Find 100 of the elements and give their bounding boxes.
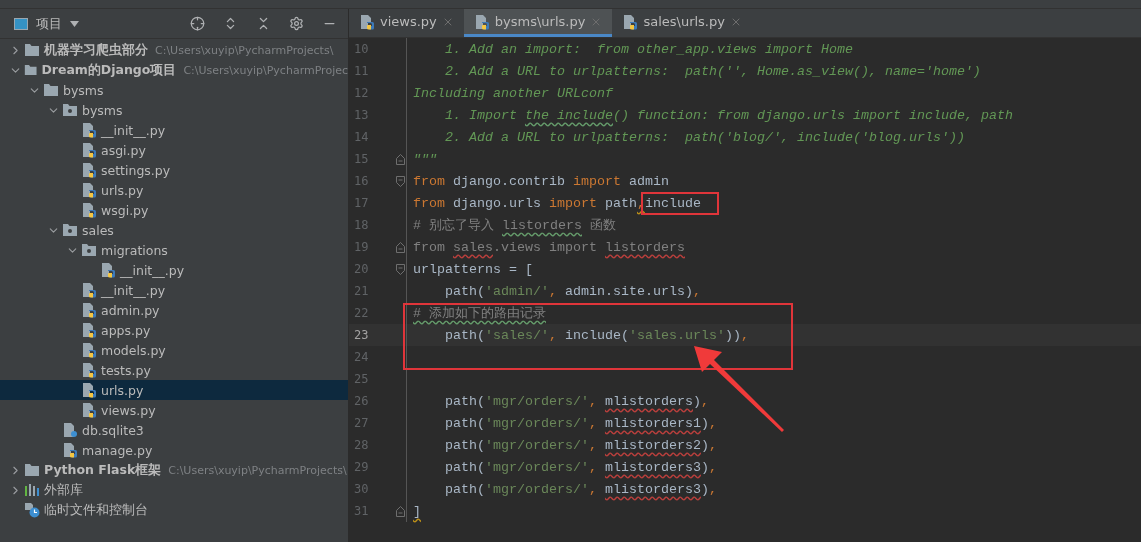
library-icon [24,483,40,497]
line-number: 10 [353,42,370,56]
fold-marker-icon[interactable] [395,505,405,517]
tree-item[interactable]: urls.py [0,380,348,400]
tree-item[interactable]: migrations [0,240,348,260]
line-number: 23 [353,328,370,342]
code-line: path('admin/', admin.site.urls), [444,283,701,299]
tree-item[interactable]: apps.py [0,320,348,340]
code-line: from django.contrib import admin [412,173,669,189]
fold-marker-icon[interactable] [395,153,405,165]
file-icon [62,422,78,438]
locate-icon[interactable] [190,16,205,31]
tree-item-label: migrations [101,242,168,258]
folder-icon [24,43,40,57]
line-number: 18 [353,218,370,232]
tree-item-label: Python Flask框架 [44,461,162,479]
fold-marker-icon[interactable] [395,263,405,275]
tree-item[interactable]: sales [0,220,348,240]
project-path: C:\Users\xuyip\PycharmProjects\ [155,43,334,57]
code-line: path('mgr/orders/', mlistorders3), [444,459,717,475]
tree-item[interactable]: __init__.py [0,260,348,280]
code-line: 1. Add an import: from other_app.views import Home [444,41,853,57]
code-line: path('mgr/orders/', mlistorders2), [444,437,717,453]
code-line: # 别忘了导入 listorders 函数 [412,217,616,234]
fold-marker-icon[interactable] [395,241,405,253]
python-file-icon [81,342,97,358]
code-line: path('mgr/orders/', mlistorders1), [444,415,717,431]
fold-marker-icon[interactable] [395,175,405,187]
tree-item-label: asgi.py [101,142,146,158]
tree-item[interactable]: manage.py [0,440,348,460]
python-file-icon [100,262,116,278]
tree-item[interactable]: __init__.py [0,280,348,300]
tree-item-label: bysms [63,82,104,98]
tree-item-label: bysms [82,102,123,118]
tree-item-label: views.py [101,402,156,418]
tree-item[interactable]: 外部库 [0,480,348,500]
tree-item[interactable]: settings.py [0,160,348,180]
project-window-icon [14,17,28,30]
tree-item-label: urls.py [101,382,144,398]
tree-item[interactable]: asgi.py [0,140,348,160]
python-file-icon [81,362,97,378]
python-file-icon [81,182,97,198]
tree-item-label: manage.py [82,442,153,458]
code-line: # 添加如下的路由记录 [412,305,546,322]
code-line: path('sales/', include('sales.urls')), [444,327,749,343]
line-number: 19 [353,240,370,254]
tree-item-label: db.sqlite3 [82,422,144,438]
settings-icon[interactable] [289,16,304,31]
line-number: 30 [353,482,370,496]
tree-item[interactable]: 机器学习爬虫部分 C:\Users\xuyip\PycharmProjects\ [0,40,348,60]
line-number: 24 [353,350,370,364]
panel-title[interactable]: 项目 [36,14,62,33]
tree-item[interactable]: admin.py [0,300,348,320]
line-number: 22 [353,306,370,320]
code-line: from sales.views import listorders [412,239,685,255]
python-file-icon [81,122,97,138]
package-folder-icon [62,103,78,117]
editor-tab[interactable]: views.py [349,9,464,37]
tree-item[interactable]: __init__.py [0,120,348,140]
tree-item[interactable]: Dream的Django项目 C:\Users\xuyip\PycharmProjec [0,60,348,80]
python-file-icon [359,13,375,30]
python-file-icon [81,402,97,418]
dropdown-caret-icon[interactable] [70,20,79,27]
tree-item-label: __init__.py [120,262,185,278]
tree-item-label: settings.py [101,162,171,178]
code-line: Including another URLconf [412,85,613,101]
tree-item[interactable]: db.sqlite3 [0,420,348,440]
editor-tab[interactable]: sales\urls.py [612,9,752,37]
tree-item[interactable]: urls.py [0,180,348,200]
python-file-icon [81,202,97,218]
tree-item[interactable]: wsgi.py [0,200,348,220]
tree-item[interactable]: bysms [0,80,348,100]
python-file-icon [62,442,78,458]
tree-item[interactable]: Python Flask框架 C:\Users\xuyip\PycharmProjects\ [0,460,348,480]
code-line: path('mgr/orders/', mlistorders), [444,393,709,409]
line-number: 17 [353,196,370,210]
tree-item[interactable]: bysms [0,100,348,120]
line-number: 27 [353,416,370,430]
tree-item[interactable]: views.py [0,400,348,420]
python-file-icon [81,162,97,178]
python-file-icon [81,302,97,318]
editor-tab[interactable]: bysms\urls.py [463,9,613,37]
tree-item[interactable]: tests.py [0,360,348,380]
line-number: 25 [353,372,370,386]
tree-item[interactable]: models.py [0,340,348,360]
line-number: 28 [353,438,370,452]
scratch-clock-icon [24,502,40,518]
code-line: 2. Add a URL to urlpatterns: path('', Home.as_view(), name='home') [444,63,981,79]
line-number: 31 [353,504,370,518]
tree-item-label: 机器学习爬虫部分 [44,41,148,59]
tree-item-label: __init__.py [101,282,166,298]
tree-item-label: tests.py [101,362,151,378]
line-number: 15 [353,152,370,166]
tree-item-label: 临时文件和控制台 [44,501,148,519]
python-file-icon [81,322,97,338]
tree-item-label: Dream的Django项目 [41,61,177,79]
folder-icon [24,463,40,477]
package-folder-icon [81,243,97,257]
tree-item[interactable]: 临时文件和控制台 [0,500,348,520]
tree-item-label: apps.py [101,322,151,338]
